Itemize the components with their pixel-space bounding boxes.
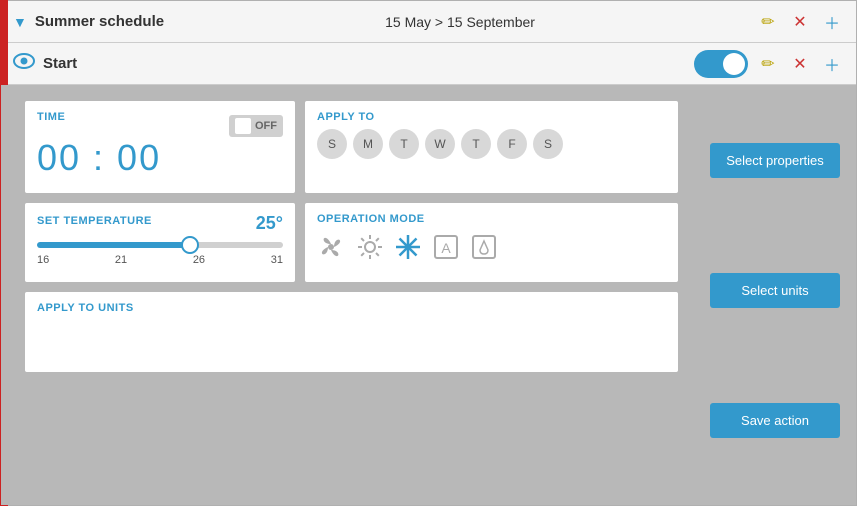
- eye-icon[interactable]: [13, 53, 35, 74]
- start-row: Start ✏ ✕ ＋: [1, 43, 856, 85]
- fan-mode-icon[interactable]: [317, 233, 345, 268]
- day-btn-f[interactable]: F: [497, 129, 527, 159]
- toggle-knob: [723, 53, 745, 75]
- cool-mode-icon[interactable]: [395, 234, 421, 267]
- day-btn-m[interactable]: M: [353, 129, 383, 159]
- schedule-header-actions: ✏ ✕ ＋: [756, 10, 844, 34]
- app-container: ▼ Summer schedule 15 May > 15 September …: [0, 0, 857, 506]
- heat-mode-icon[interactable]: [357, 234, 383, 267]
- start-add-icon[interactable]: ＋: [820, 52, 844, 76]
- svg-text:A: A: [441, 240, 451, 256]
- operation-label: OPERATION MODE: [317, 213, 666, 225]
- schedule-edit-icon[interactable]: ✏: [756, 10, 780, 34]
- time-display[interactable]: 00 : 00: [37, 137, 283, 179]
- temp-mark1: 21: [115, 254, 127, 266]
- start-edit-icon[interactable]: ✏: [756, 52, 780, 76]
- temp-min: 16: [37, 254, 49, 266]
- time-panel: TIME OFF 00 : 00: [25, 101, 295, 193]
- day-btn-w[interactable]: W: [425, 129, 455, 159]
- top-panels: TIME OFF 00 : 00 APPLY TO S M T: [25, 101, 678, 193]
- start-row-actions: ✏ ✕ ＋: [694, 50, 844, 78]
- temp-slider[interactable]: [37, 242, 283, 248]
- days-row: S M T W T F S: [317, 129, 666, 159]
- apply-to-label: APPLY TO: [317, 111, 666, 123]
- mode-icons: A: [317, 233, 666, 268]
- select-properties-button[interactable]: Select properties: [710, 143, 840, 178]
- day-btn-t2[interactable]: T: [461, 129, 491, 159]
- off-label: OFF: [255, 120, 277, 132]
- slider-track: [37, 242, 283, 248]
- temp-value: 25°: [256, 213, 283, 234]
- time-panel-label: TIME: [37, 111, 65, 123]
- slider-thumb: [181, 236, 199, 254]
- content-right: Select properties Select units Save acti…: [690, 101, 840, 489]
- day-btn-s1[interactable]: S: [317, 129, 347, 159]
- main-content: TIME OFF 00 : 00 APPLY TO S M T: [1, 85, 856, 505]
- day-btn-t1[interactable]: T: [389, 129, 419, 159]
- auto-mode-icon[interactable]: A: [433, 234, 459, 267]
- schedule-add-icon[interactable]: ＋: [820, 10, 844, 34]
- enable-toggle[interactable]: [694, 50, 748, 78]
- temp-panel-label: SET TEMPERATURE: [37, 215, 152, 227]
- schedule-close-icon[interactable]: ✕: [788, 10, 812, 34]
- temp-panel: SET TEMPERATURE 25° 16 21 26 31: [25, 203, 295, 282]
- slider-labels: 16 21 26 31: [37, 254, 283, 266]
- schedule-header: ▼ Summer schedule 15 May > 15 September …: [1, 1, 856, 43]
- content-left: TIME OFF 00 : 00 APPLY TO S M T: [25, 101, 678, 489]
- units-panel: APPLY TO UNITS: [25, 292, 678, 372]
- dry-mode-icon[interactable]: [471, 234, 497, 267]
- schedule-title: Summer schedule: [35, 13, 164, 30]
- off-toggle[interactable]: OFF: [229, 115, 283, 137]
- select-units-button[interactable]: Select units: [710, 273, 840, 308]
- start-label: Start: [43, 55, 77, 72]
- middle-panels: SET TEMPERATURE 25° 16 21 26 31: [25, 203, 678, 282]
- day-btn-s2[interactable]: S: [533, 129, 563, 159]
- start-close-icon[interactable]: ✕: [788, 52, 812, 76]
- save-action-button[interactable]: Save action: [710, 403, 840, 438]
- off-knob: [235, 118, 251, 134]
- operation-panel: OPERATION MODE: [305, 203, 678, 282]
- temp-max: 31: [271, 254, 283, 266]
- right-buttons: Select properties Select units Save acti…: [710, 101, 840, 479]
- temp-mark2: 26: [193, 254, 205, 266]
- chevron-down-icon[interactable]: ▼: [13, 14, 27, 30]
- units-panel-label: APPLY TO UNITS: [37, 302, 666, 314]
- apply-to-panel: APPLY TO S M T W T F S: [305, 101, 678, 193]
- schedule-dates: 15 May > 15 September: [164, 14, 756, 30]
